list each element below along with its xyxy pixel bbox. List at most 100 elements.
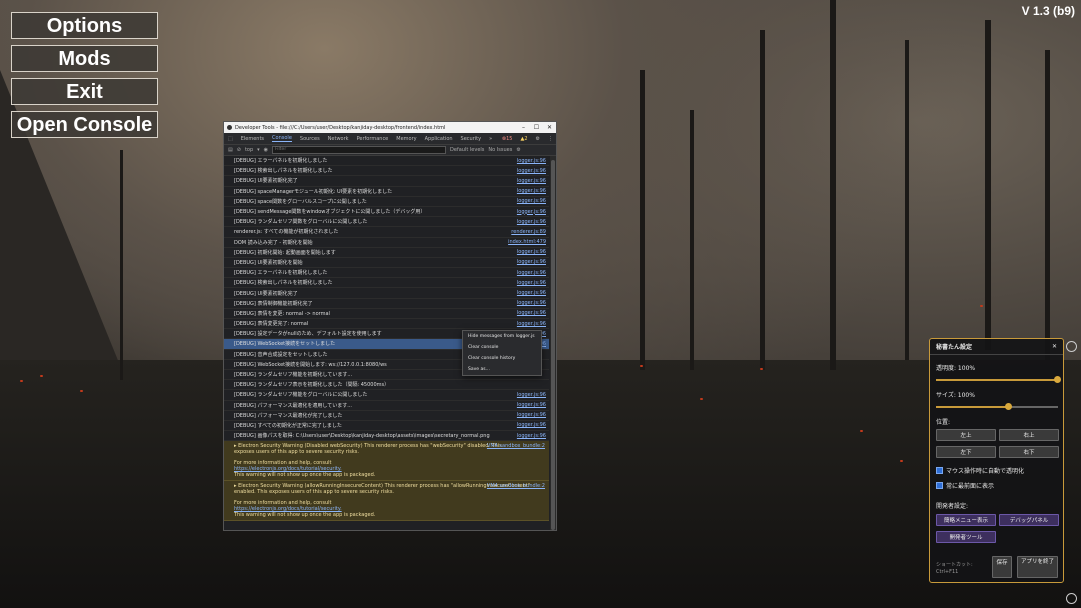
source-link[interactable]: logger.js:96 (517, 300, 546, 306)
source-link[interactable]: logger.js:96 (517, 290, 546, 296)
tab-performance[interactable]: Performance (357, 136, 389, 142)
console-row[interactable]: [DEBUG] 検索出しパネルを初期化しました logger.js:96 (224, 166, 549, 177)
source-link[interactable]: logger.js:96 (517, 158, 546, 164)
console-row[interactable]: [DEBUG] すべての初期化が正常に完了しました logger.js:96 (224, 421, 549, 432)
source-link[interactable]: logger.js:96 (517, 249, 546, 255)
source-link[interactable]: logger.js:96 (517, 392, 546, 398)
panel-gear-icon[interactable] (1066, 341, 1077, 352)
console-row[interactable]: [DEBUG] ランダムセリフ表示を初期化しました（間隔: 45000ms） (224, 380, 549, 391)
source-link[interactable]: logger.js:96 (517, 168, 546, 174)
source-link[interactable]: logger.js:96 (517, 198, 546, 204)
kebab-menu-icon[interactable]: ⋮ (548, 136, 553, 142)
console-row[interactable]: [DEBUG] 初期化開始: 起動画面を開始します logger.js:96 (224, 248, 549, 258)
console-row[interactable]: [DEBUG] UI要素初期化を開始 logger.js:96 (224, 258, 549, 269)
scrollbar[interactable] (550, 156, 556, 530)
levels-dropdown[interactable]: Default levels (450, 147, 484, 153)
context-menu-item[interactable]: Hide messages from logger.js (463, 331, 541, 342)
clear-console-icon[interactable]: ⊘ (237, 147, 241, 153)
console-row[interactable]: [DEBUG] UI要素初期化完了 logger.js:96 (224, 176, 549, 187)
console-row[interactable]: [DEBUG] エラーパネルを初期化しました logger.js:96 (224, 268, 549, 279)
warning-count-badge[interactable]: ▲2 (520, 136, 527, 142)
source-link[interactable]: renderer.js:89 (511, 229, 546, 235)
size-slider[interactable] (936, 403, 1058, 410)
console-row[interactable]: [DEBUG] ランダムセリフ機能をグローバルに公開しました logger.js:… (224, 390, 549, 401)
simple-menu-button[interactable]: 簡略メニュー表示 (936, 514, 996, 526)
debug-panel-button[interactable]: デバッグパネル (999, 514, 1059, 526)
panel-close-icon[interactable]: ✕ (1052, 343, 1057, 350)
tab-application[interactable]: Application (425, 136, 453, 142)
issues-button[interactable]: No Issues (488, 147, 512, 153)
context-selector[interactable]: top (245, 147, 253, 153)
console-row[interactable]: [DEBUG] 検索出しパネルを初期化しました logger.js:96 (224, 278, 549, 289)
opacity-slider[interactable] (936, 376, 1061, 383)
source-link[interactable]: index.html:479 (508, 239, 546, 245)
tab-elements[interactable]: Elements (241, 136, 264, 142)
warning-source-link[interactable]: VM4 sandbox_bundle:2 (487, 483, 545, 489)
source-link[interactable]: logger.js:96 (517, 321, 546, 327)
source-link[interactable]: logger.js:96 (517, 402, 546, 408)
console-row[interactable]: [DEBUG] パフォーマンス最適化を適用しています... logger.js:9… (224, 401, 549, 411)
console-row[interactable]: [DEBUG] 表情制御機能初期化完了 logger.js:96 (224, 299, 549, 309)
auto-transparent-checkbox[interactable]: マウス操作時に自動で透明化 (936, 466, 1024, 475)
context-menu-item[interactable]: Clear console history (463, 353, 541, 364)
source-link[interactable]: logger.js:96 (517, 219, 546, 225)
context-menu-item[interactable]: Clear console (463, 342, 541, 353)
console-row[interactable]: [DEBUG] ランダムセリフ関数をグローバルに公開しました logger.js:… (224, 217, 549, 228)
console-row[interactable]: [DEBUG] 表情変更完了: normal logger.js:96 (224, 319, 549, 330)
tab-console[interactable]: Console (272, 135, 292, 142)
position-top-left-button[interactable]: 左上 (936, 429, 996, 441)
options-button[interactable]: Options (11, 12, 158, 39)
tab-memory[interactable]: Memory (396, 136, 416, 142)
console-row[interactable]: [DEBUG] パフォーマンス最適化が完了しました logger.js:96 (224, 411, 549, 421)
close-icon[interactable]: ✕ (543, 124, 556, 131)
save-button[interactable]: 保存 (992, 556, 1012, 578)
maximize-icon[interactable]: ☐ (530, 124, 543, 131)
source-link[interactable]: logger.js:96 (517, 310, 546, 316)
source-link[interactable]: logger.js:96 (517, 259, 546, 265)
source-link[interactable]: logger.js:96 (517, 280, 546, 286)
position-top-right-button[interactable]: 右上 (999, 429, 1059, 441)
inspect-icon[interactable]: ⬚ (228, 136, 233, 142)
exit-button[interactable]: Exit (11, 78, 158, 105)
checkbox-checked[interactable] (936, 467, 943, 474)
source-link[interactable]: logger.js:96 (517, 188, 546, 194)
source-link[interactable]: logger.js:96 (517, 433, 546, 439)
console-row[interactable]: renderer.js: すべての機能が初期化されました renderer.js:… (224, 227, 549, 238)
console-row[interactable]: DOM 読み込み完了 - 初期化を開始 index.html:479 (224, 238, 549, 248)
bottom-gear-icon[interactable] (1066, 593, 1077, 604)
context-menu-item[interactable]: Save as... (463, 364, 541, 375)
open-console-button[interactable]: Open Console (11, 111, 158, 138)
eye-icon[interactable]: ◉ (264, 147, 268, 153)
tab-security[interactable]: Security (461, 136, 482, 142)
console-row[interactable]: [DEBUG] spaceManagerモジュール初期化: UI要素を初期化しま… (224, 187, 549, 197)
opacity-slider-knob[interactable] (1054, 376, 1061, 383)
console-row[interactable]: [DEBUG] エラーパネルを初期化しました logger.js:96 (224, 156, 549, 167)
source-link[interactable]: logger.js:96 (517, 422, 546, 428)
quit-app-button[interactable]: アプリを終了 (1017, 556, 1058, 578)
source-link[interactable]: logger.js:96 (517, 209, 546, 215)
more-tabs-icon[interactable]: » (489, 136, 492, 142)
developer-tools-button[interactable]: 開発者ツール (936, 531, 996, 543)
tab-network[interactable]: Network (328, 136, 349, 142)
error-count-badge[interactable]: ⊗15 (502, 136, 513, 142)
checkbox-checked[interactable] (936, 482, 943, 489)
always-on-top-checkbox[interactable]: 常に最前面に表示 (936, 481, 994, 490)
scrollbar-thumb[interactable] (551, 160, 555, 530)
warning-source-link[interactable]: VM4 sandbox_bundle:2 (487, 443, 545, 449)
minimize-icon[interactable]: – (517, 124, 530, 131)
console-row[interactable]: [DEBUG] 画像パスを取得: C:\Users\user\Desktop\k… (224, 431, 549, 442)
position-bottom-right-button[interactable]: 右下 (999, 446, 1059, 458)
source-link[interactable]: logger.js:96 (517, 270, 546, 276)
sidebar-toggle-icon[interactable]: ▤ (228, 147, 233, 153)
position-bottom-left-button[interactable]: 左下 (936, 446, 996, 458)
filter-input[interactable]: Filter (272, 146, 447, 154)
settings-gear-icon[interactable]: ⚙ (536, 136, 540, 142)
console-row[interactable]: [DEBUG] 表情を変更: normal -> normal logger.js… (224, 309, 549, 319)
mods-button[interactable]: Mods (11, 45, 158, 72)
console-row[interactable]: [DEBUG] sendMessage関数をwindowオブジェクトに公開しまし… (224, 207, 549, 218)
source-link[interactable]: logger.js:96 (517, 412, 546, 418)
size-slider-knob[interactable] (1005, 403, 1013, 410)
console-row[interactable]: [DEBUG] space関数をグローバルスコープに公開しました logger.j… (224, 197, 549, 207)
console-row[interactable]: [DEBUG] UI要素初期化完了 logger.js:96 (224, 288, 549, 299)
tab-sources[interactable]: Sources (300, 136, 320, 142)
